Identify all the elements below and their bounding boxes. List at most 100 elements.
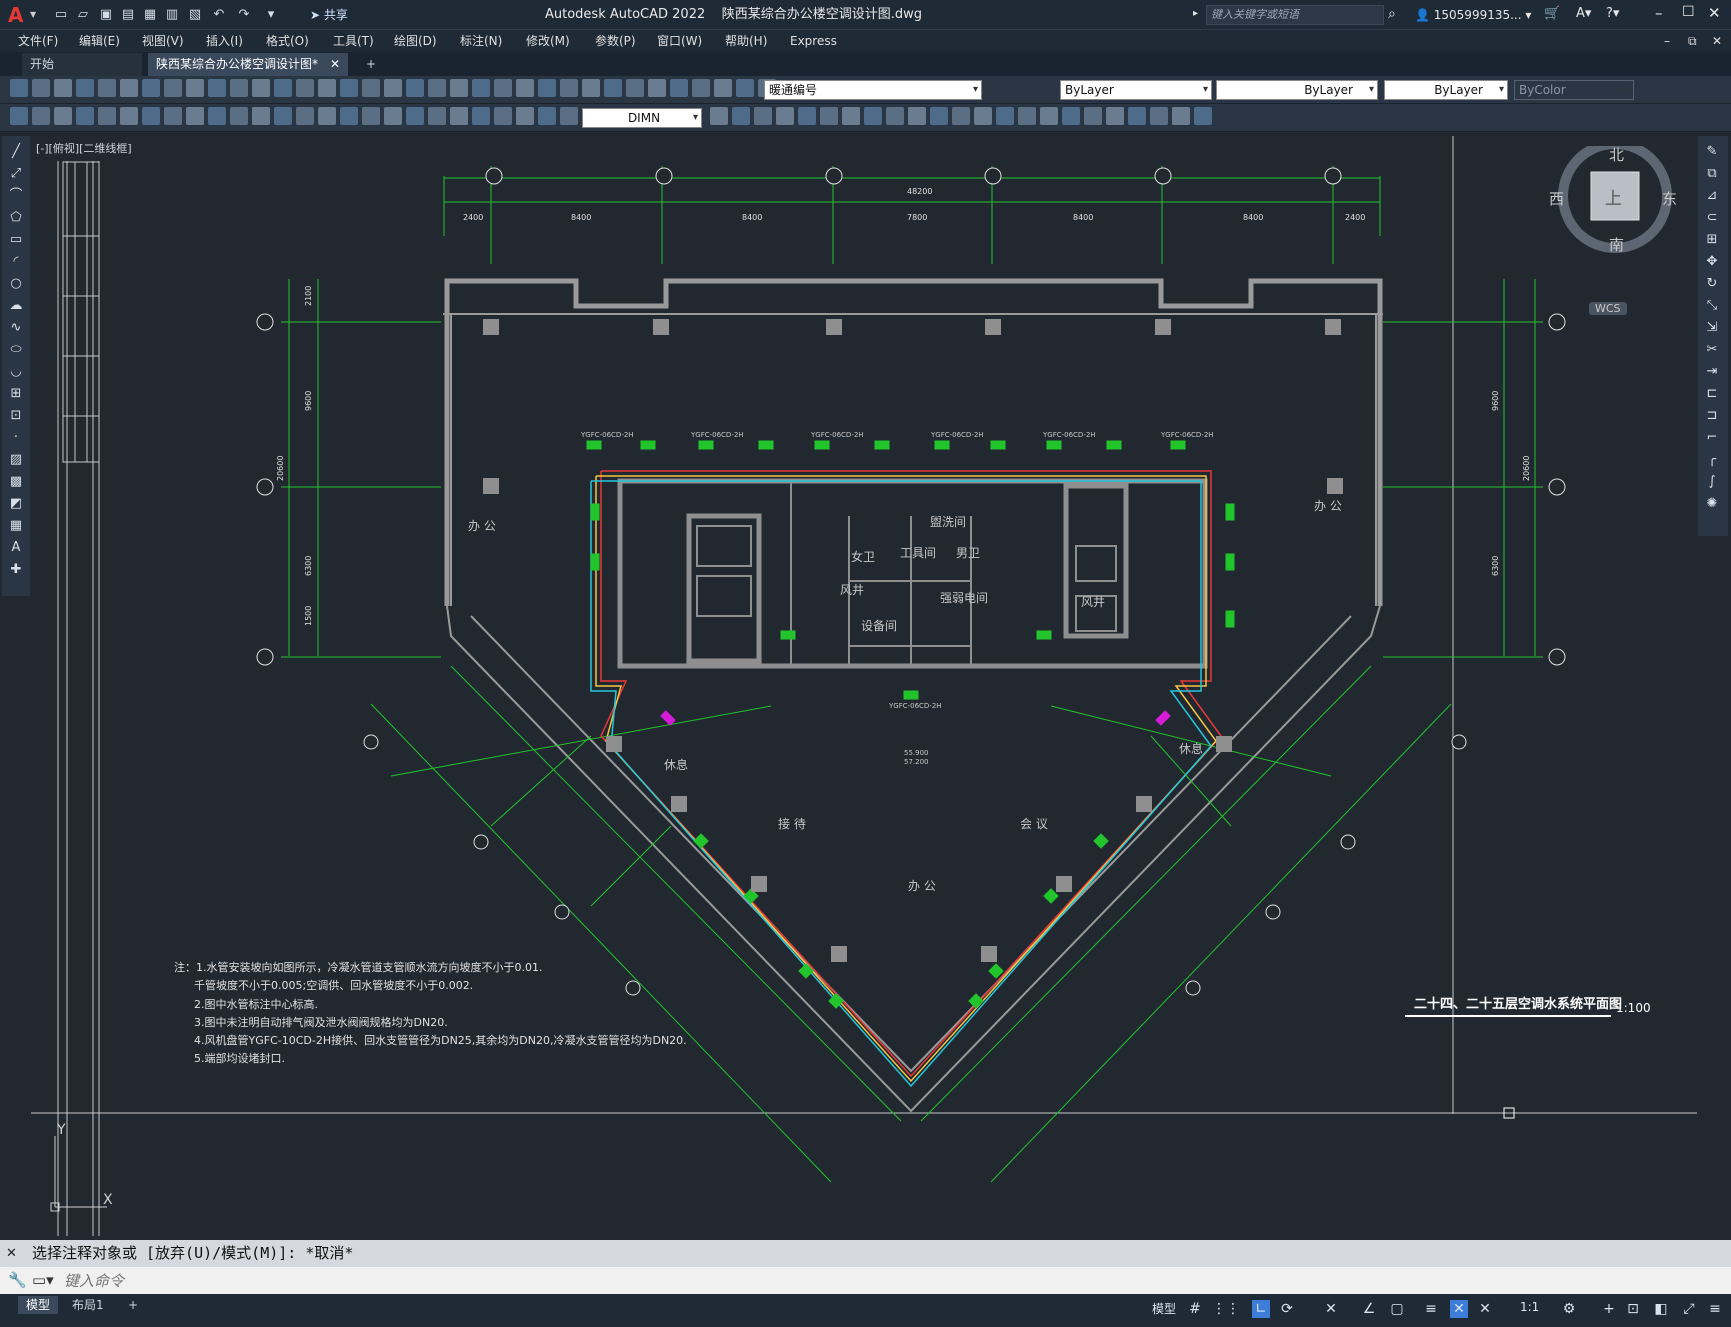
annotation-scale[interactable]: 1:1 — [1520, 1300, 1539, 1314]
standard-tool-icon[interactable] — [714, 79, 732, 97]
plotstyle-dropdown[interactable]: ByColor — [1514, 80, 1634, 100]
standard-tool-icon[interactable] — [54, 79, 72, 97]
menu-insert[interactable]: 插入(I) — [206, 33, 243, 49]
maximize-icon[interactable]: ☐ — [1682, 4, 1695, 20]
command-close-icon[interactable]: ✕ — [6, 1246, 17, 1261]
dimension-tool-icon[interactable] — [318, 107, 336, 125]
revision-cloud-icon[interactable]: ☁ — [8, 298, 24, 314]
dimension-tool-icon[interactable] — [516, 107, 534, 125]
dimension-tool-icon[interactable] — [560, 107, 578, 125]
dimension-tool-icon[interactable] — [384, 107, 402, 125]
viewcube-south[interactable]: 南 — [1609, 234, 1624, 255]
dimension-tool-icon[interactable] — [1128, 107, 1146, 125]
standard-tool-icon[interactable] — [318, 79, 336, 97]
doc-close-icon[interactable]: ✕ — [1712, 33, 1722, 49]
dimension-tool-icon[interactable] — [274, 107, 292, 125]
redo-icon[interactable]: ↷ — [235, 6, 253, 24]
isodraft-icon[interactable]: ∠ — [1360, 1300, 1378, 1318]
polar-icon[interactable]: ⟳ — [1278, 1300, 1296, 1318]
dimension-tool-icon[interactable] — [32, 107, 50, 125]
standard-tool-icon[interactable] — [362, 79, 380, 97]
standard-tool-icon[interactable] — [604, 79, 622, 97]
clean-screen-icon[interactable]: ⤢ — [1680, 1300, 1698, 1318]
copy-icon[interactable]: ⧉ — [1704, 166, 1720, 182]
annotation-monitor-icon[interactable]: + — [1600, 1300, 1618, 1318]
line-icon[interactable]: ╱ — [8, 144, 24, 160]
menu-dimension[interactable]: 标注(N) — [460, 33, 502, 49]
standard-tool-icon[interactable] — [296, 79, 314, 97]
spline-icon[interactable]: ∿ — [8, 320, 24, 336]
standard-tool-icon[interactable] — [494, 79, 512, 97]
add-selected-icon[interactable]: ✚ — [8, 562, 24, 578]
standard-tool-icon[interactable] — [76, 79, 94, 97]
customize-quick-access-icon[interactable]: ▾ — [262, 6, 280, 24]
cart-icon[interactable]: 🛒 — [1544, 6, 1560, 21]
dimension-tool-icon[interactable] — [1106, 107, 1124, 125]
dimension-tool-icon[interactable] — [10, 107, 28, 125]
selection-cycling-icon[interactable]: ▢ — [1388, 1300, 1406, 1318]
dimension-tool-icon[interactable] — [930, 107, 948, 125]
stretch-icon[interactable]: ⇲ — [1704, 320, 1720, 336]
dimension-tool-icon[interactable] — [98, 107, 116, 125]
rotate-icon[interactable]: ↻ — [1704, 276, 1720, 292]
insert-block-icon[interactable]: ⊞ — [8, 386, 24, 402]
color-dropdown[interactable]: ByLayer — [1060, 80, 1212, 100]
table-icon[interactable]: ▦ — [8, 518, 24, 534]
standard-tool-icon[interactable] — [120, 79, 138, 97]
viewcube[interactable]: 北 南 东 西 上 WCS — [1545, 139, 1685, 315]
dimension-tool-icon[interactable] — [252, 107, 270, 125]
standard-tool-icon[interactable] — [340, 79, 358, 97]
standard-tool-icon[interactable] — [384, 79, 402, 97]
dimension-tool-icon[interactable] — [820, 107, 838, 125]
model-space-button[interactable]: 模型 — [1152, 1300, 1176, 1317]
dimension-tool-icon[interactable] — [710, 107, 728, 125]
dimension-tool-icon[interactable] — [1040, 107, 1058, 125]
dimension-tool-icon[interactable] — [842, 107, 860, 125]
viewport-controls[interactable]: [-][俯视][二维线框] — [36, 140, 132, 156]
blend-icon[interactable]: ∫ — [1704, 474, 1720, 490]
break-icon[interactable]: ⊏ — [1704, 386, 1720, 402]
dimension-tool-icon[interactable] — [1194, 107, 1212, 125]
close-icon[interactable]: ✕ — [1708, 4, 1721, 22]
join-icon[interactable]: ⊐ — [1704, 408, 1720, 424]
dimension-tool-icon[interactable] — [142, 107, 160, 125]
autodesk-a360-icon[interactable]: A▾ — [1576, 6, 1591, 21]
gradient-icon[interactable]: ▩ — [8, 474, 24, 490]
standard-tool-icon[interactable] — [428, 79, 446, 97]
command-input[interactable] — [64, 1270, 1704, 1291]
rectangle-icon[interactable]: ▭ — [8, 232, 24, 248]
dimstyle-dropdown[interactable]: DIMN — [582, 108, 702, 128]
dimension-tool-icon[interactable] — [1062, 107, 1080, 125]
menu-format[interactable]: 格式(O) — [266, 33, 309, 49]
customize-icon[interactable]: 🔧 — [8, 1267, 27, 1294]
lineweight-dropdown[interactable]: ByLayer — [1384, 80, 1508, 100]
dimension-tool-icon[interactable] — [952, 107, 970, 125]
dimension-tool-icon[interactable] — [1018, 107, 1036, 125]
erase-icon[interactable]: ✎ — [1704, 144, 1720, 160]
recent-commands-icon[interactable]: ▭▾ — [32, 1267, 54, 1294]
ortho-icon[interactable]: ∟ — [1252, 1300, 1270, 1318]
dimension-tool-icon[interactable] — [406, 107, 424, 125]
standard-tool-icon[interactable] — [560, 79, 578, 97]
menu-draw[interactable]: 绘图(D) — [394, 33, 437, 49]
standard-tool-icon[interactable] — [274, 79, 292, 97]
dimension-tool-icon[interactable] — [1150, 107, 1168, 125]
array-icon[interactable]: ⊞ — [1704, 232, 1720, 248]
viewcube-top[interactable]: 上 — [1605, 184, 1622, 209]
circle-icon[interactable]: ○ — [8, 276, 24, 292]
dimension-tool-icon[interactable] — [230, 107, 248, 125]
menu-parametric[interactable]: 参数(P) — [595, 33, 636, 49]
standard-tool-icon[interactable] — [692, 79, 710, 97]
menu-help[interactable]: 帮助(H) — [725, 33, 767, 49]
ellipse-icon[interactable]: ⬭ — [8, 342, 24, 358]
standard-tool-icon[interactable] — [472, 79, 490, 97]
standard-tool-icon[interactable] — [538, 79, 556, 97]
dimension-tool-icon[interactable] — [208, 107, 226, 125]
standard-tool-icon[interactable] — [648, 79, 666, 97]
standard-tool-icon[interactable] — [406, 79, 424, 97]
drawing-canvas[interactable]: Y X 48200 2400 8400 8400 7800 8400 8400 … — [31, 136, 1697, 1236]
standard-tool-icon[interactable] — [626, 79, 644, 97]
trim-icon[interactable]: ✂ — [1704, 342, 1720, 358]
doc-restore-icon[interactable]: ⧉ — [1688, 33, 1697, 49]
standard-tool-icon[interactable] — [516, 79, 534, 97]
